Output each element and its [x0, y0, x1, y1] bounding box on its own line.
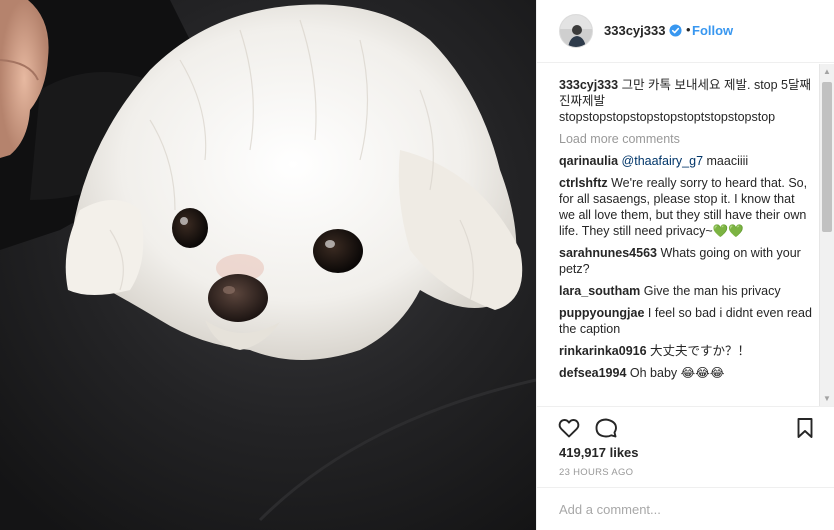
comment-icon[interactable]: [594, 416, 618, 440]
comment-username[interactable]: defsea1994: [559, 366, 626, 380]
post-side-panel: 333cyj333 • Follow 333cyj333 그만 카톡 보내세요 …: [536, 0, 834, 530]
user-avatar-icon: [560, 15, 592, 47]
comments-scrollbar[interactable]: ▲ ▼: [819, 64, 834, 406]
comment-text: maaciiii: [703, 154, 749, 168]
caption: 333cyj333 그만 카톡 보내세요 제발. stop 5달째 진짜제발 s…: [559, 77, 812, 125]
scroll-down-arrow-icon[interactable]: ▼: [820, 391, 834, 406]
bookmark-icon[interactable]: [793, 416, 817, 440]
comment-username[interactable]: qarinaulia: [559, 154, 618, 168]
comment-username[interactable]: sarahnunes4563: [559, 246, 657, 260]
caption-username[interactable]: 333cyj333: [559, 78, 618, 92]
avatar[interactable]: [559, 14, 593, 48]
comment-item: puppyoungjae I feel so bad i didnt even …: [559, 305, 812, 337]
post-photo[interactable]: [0, 0, 536, 530]
comment-username[interactable]: lara_southam: [559, 284, 640, 298]
add-comment-input[interactable]: [559, 502, 799, 517]
separator-dot: •: [686, 22, 691, 37]
comment-text: Oh baby 😂😂😂: [629, 366, 725, 380]
load-more-comments-link[interactable]: Load more comments: [559, 131, 812, 147]
verified-badge-icon: [669, 24, 682, 37]
likes-count[interactable]: 419,917 likes: [559, 445, 639, 460]
comment-item: ctrlshftz We're really sorry to heard th…: [559, 175, 812, 239]
scrollbar-thumb[interactable]: [822, 82, 832, 232]
comments-list: 333cyj333 그만 카톡 보내세요 제발. stop 5달째 진짜제발 s…: [537, 64, 820, 406]
post-timestamp[interactable]: 23 HOURS AGO: [559, 467, 633, 478]
comment-item: sarahnunes4563 Whats going on with your …: [559, 245, 812, 277]
comment-item: defsea1994 Oh baby 😂😂😂: [559, 365, 812, 381]
comment-username[interactable]: rinkarinka0916: [559, 344, 647, 358]
add-comment-bar: [537, 487, 834, 530]
scroll-up-arrow-icon[interactable]: ▲: [820, 64, 834, 79]
comment-text: Give the man his privacy: [643, 284, 781, 298]
post-actions: [537, 406, 834, 446]
comment-text: 大丈夫ですか？！: [650, 344, 751, 358]
comment-item: rinkarinka0916 大丈夫ですか？！: [559, 343, 812, 359]
post-header: 333cyj333 • Follow: [537, 0, 834, 63]
comment-mention[interactable]: @thaafairy_g7: [622, 154, 704, 168]
heart-icon[interactable]: [557, 416, 581, 440]
comment-item: qarinaulia @thaafairy_g7 maaciiii: [559, 153, 812, 169]
comment-username[interactable]: puppyoungjae: [559, 306, 644, 320]
follow-button[interactable]: Follow: [692, 23, 733, 38]
instagram-post: 333cyj333 • Follow 333cyj333 그만 카톡 보내세요 …: [0, 0, 834, 530]
dog-photo-icon: [0, 0, 536, 530]
comment-item: lara_southam Give the man his privacy: [559, 283, 812, 299]
comment-username[interactable]: ctrlshftz: [559, 176, 608, 190]
post-username[interactable]: 333cyj333: [604, 23, 665, 38]
